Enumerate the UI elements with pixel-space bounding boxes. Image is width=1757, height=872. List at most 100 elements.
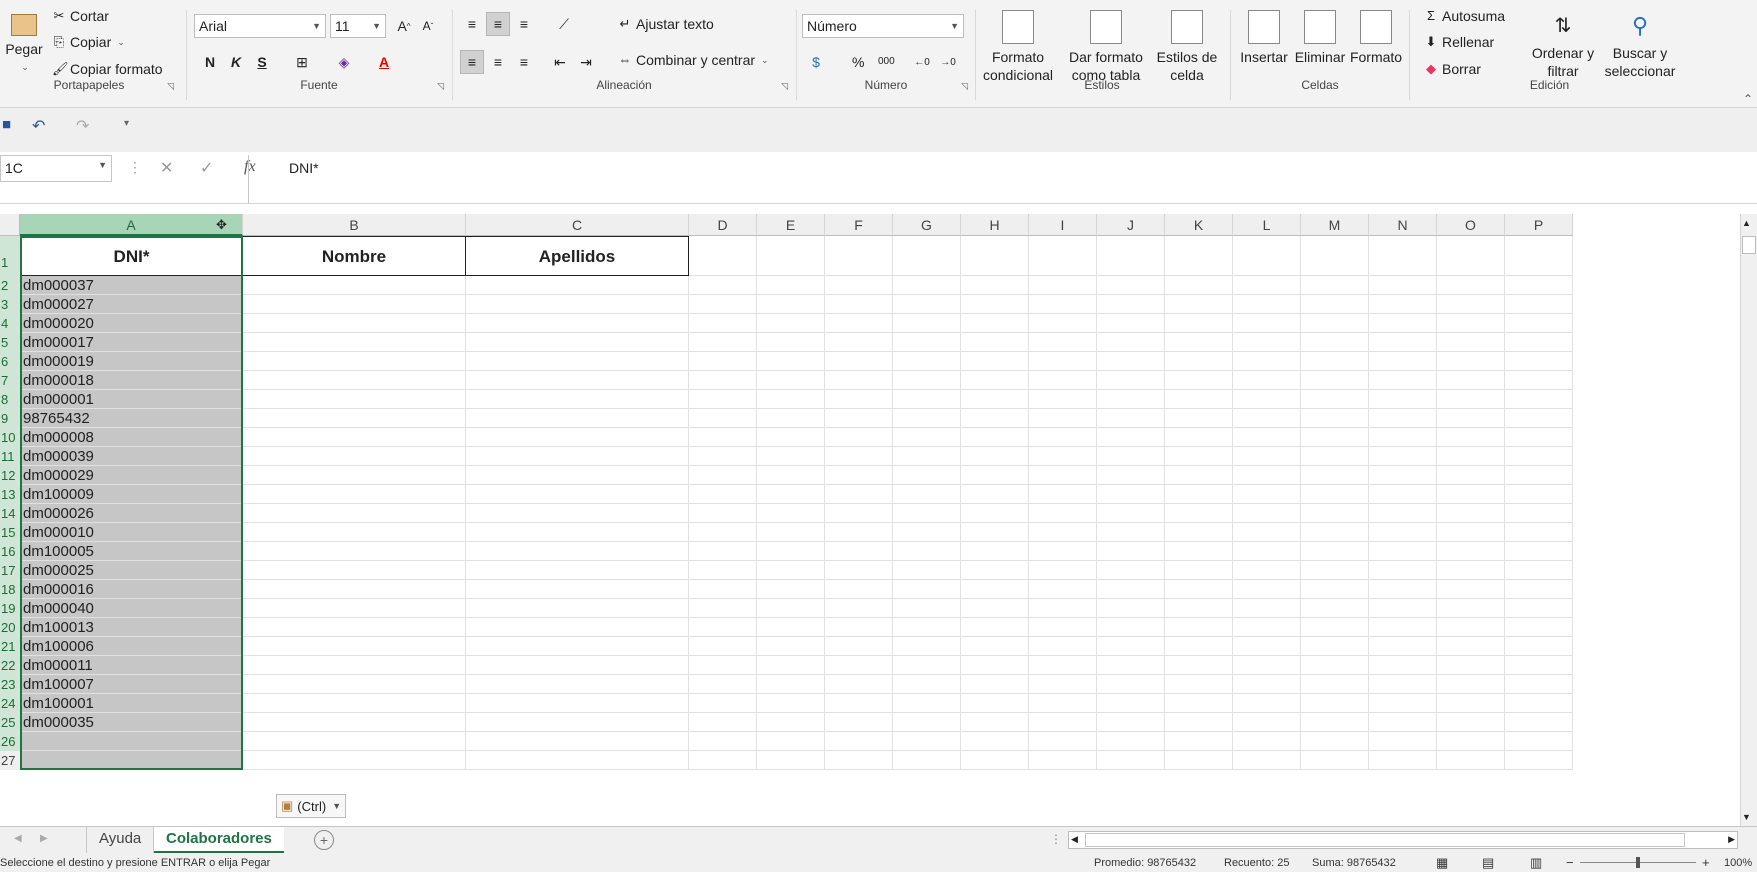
grid-cell[interactable] xyxy=(1369,523,1437,542)
align-right-icon[interactable]: ≡ xyxy=(512,50,536,74)
grid-cell[interactable] xyxy=(893,447,961,466)
grid-cell[interactable] xyxy=(1369,276,1437,295)
grid-cell[interactable] xyxy=(1029,656,1097,675)
shrink-font-button[interactable]: Aˇ xyxy=(416,14,440,38)
grid-cell[interactable] xyxy=(243,732,466,751)
grid-cell[interactable] xyxy=(1505,276,1573,295)
paste-button[interactable]: Pegar ⌄ xyxy=(2,14,46,76)
grid-cell[interactable] xyxy=(1437,694,1505,713)
grid-cell[interactable] xyxy=(689,236,757,276)
grid-cell[interactable] xyxy=(689,504,757,523)
grid-cell[interactable] xyxy=(893,485,961,504)
column-header-a[interactable]: A ✥ xyxy=(20,214,243,236)
grid-cell[interactable] xyxy=(893,523,961,542)
grid-cell[interactable] xyxy=(1505,637,1573,656)
grid-cell[interactable] xyxy=(689,694,757,713)
dni-cell[interactable]: dm000026 xyxy=(20,504,243,523)
grid-cell[interactable] xyxy=(1029,542,1097,561)
grid-cell[interactable] xyxy=(825,295,893,314)
paste-dropdown-icon[interactable]: ⌄ xyxy=(4,58,46,76)
grid-cell[interactable] xyxy=(961,466,1029,485)
grid-cell[interactable] xyxy=(1301,276,1369,295)
grid-cell[interactable] xyxy=(1437,333,1505,352)
grid-cell[interactable] xyxy=(1029,599,1097,618)
grid-cell[interactable] xyxy=(1029,713,1097,732)
italic-button[interactable]: K xyxy=(224,50,248,74)
grid-cell[interactable] xyxy=(1369,428,1437,447)
grid-cell[interactable] xyxy=(757,295,825,314)
grid-cell[interactable] xyxy=(1301,428,1369,447)
redo-icon[interactable]: ↷ xyxy=(76,116,89,136)
copy-button[interactable]: ⎘ Copiar ⌄ xyxy=(52,34,125,50)
grid-cell[interactable] xyxy=(1097,637,1165,656)
grid-cell[interactable] xyxy=(757,523,825,542)
grid-cell[interactable] xyxy=(1505,542,1573,561)
grid-cell[interactable] xyxy=(1301,236,1369,276)
row-header[interactable]: 10 xyxy=(0,428,20,447)
grid-cell[interactable] xyxy=(1505,295,1573,314)
grid-cell[interactable] xyxy=(825,542,893,561)
grid-cell[interactable] xyxy=(466,656,689,675)
grid-cell[interactable] xyxy=(961,713,1029,732)
column-header-f[interactable]: F xyxy=(825,214,893,236)
dni-cell[interactable]: dm100007 xyxy=(20,675,243,694)
row-header[interactable]: 11 xyxy=(0,447,20,466)
grid-cell[interactable] xyxy=(1369,656,1437,675)
grid-cell[interactable] xyxy=(1097,675,1165,694)
row-header[interactable]: 22 xyxy=(0,656,20,675)
grid-cell[interactable] xyxy=(1369,314,1437,333)
grid-cell[interactable] xyxy=(1097,295,1165,314)
grid-cell[interactable] xyxy=(689,352,757,371)
grid-cell[interactable] xyxy=(1029,466,1097,485)
grid-cell[interactable] xyxy=(1233,732,1301,751)
grid-cell[interactable] xyxy=(1437,599,1505,618)
scroll-down-icon[interactable]: ▼ xyxy=(1742,812,1751,822)
grid-cell[interactable] xyxy=(825,580,893,599)
grid-cell[interactable] xyxy=(961,561,1029,580)
sheet-tab-colaboradores[interactable]: Colaboradores xyxy=(154,827,284,853)
number-format-select[interactable]: Número ▼ xyxy=(802,14,964,38)
grid-cell[interactable] xyxy=(1097,485,1165,504)
grid-cell[interactable] xyxy=(1165,295,1233,314)
grid-cell[interactable] xyxy=(1233,371,1301,390)
grid-cell[interactable] xyxy=(1437,352,1505,371)
grid-cell[interactable] xyxy=(1437,409,1505,428)
grid-cell[interactable] xyxy=(1301,466,1369,485)
grid-cell[interactable] xyxy=(1301,732,1369,751)
grid-cell[interactable] xyxy=(1097,504,1165,523)
grid-cell[interactable] xyxy=(825,675,893,694)
grid-cell[interactable] xyxy=(1301,751,1369,770)
grid-cell[interactable] xyxy=(689,580,757,599)
grid-cell[interactable] xyxy=(1505,504,1573,523)
dni-cell[interactable]: dm000029 xyxy=(20,466,243,485)
grid-cell[interactable] xyxy=(825,390,893,409)
grid-cell[interactable] xyxy=(1233,352,1301,371)
grid-cell[interactable] xyxy=(961,390,1029,409)
dialog-launcher-icon[interactable]: ◹ xyxy=(437,81,444,92)
grid-cell[interactable] xyxy=(825,447,893,466)
grid-cell[interactable] xyxy=(893,599,961,618)
grid-cell[interactable] xyxy=(1369,618,1437,637)
decrease-decimal-icon[interactable]: →0 xyxy=(936,50,960,74)
scroll-left-icon[interactable]: ◀ xyxy=(1071,834,1078,845)
grid-cell[interactable] xyxy=(1233,236,1301,276)
grid-cell[interactable] xyxy=(893,276,961,295)
thousands-button[interactable]: 000 xyxy=(878,56,895,67)
grid-cell[interactable] xyxy=(1165,580,1233,599)
grid-cell[interactable] xyxy=(243,295,466,314)
grid-cell[interactable] xyxy=(1165,599,1233,618)
grid-cell[interactable] xyxy=(1369,542,1437,561)
grid-cell[interactable] xyxy=(961,333,1029,352)
grid-cell[interactable] xyxy=(243,713,466,732)
normal-view-icon[interactable]: ▦ xyxy=(1436,854,1448,872)
grid-cell[interactable] xyxy=(1301,371,1369,390)
column-header-k[interactable]: K xyxy=(1165,214,1233,236)
grid-cell[interactable] xyxy=(1301,333,1369,352)
grid-cell[interactable] xyxy=(961,352,1029,371)
grid-cell[interactable] xyxy=(1437,295,1505,314)
grid-cell[interactable] xyxy=(1505,236,1573,276)
grid-cell[interactable] xyxy=(243,466,466,485)
grid-cell[interactable] xyxy=(466,276,689,295)
grid-cell[interactable] xyxy=(689,466,757,485)
grid-cell[interactable] xyxy=(1165,675,1233,694)
